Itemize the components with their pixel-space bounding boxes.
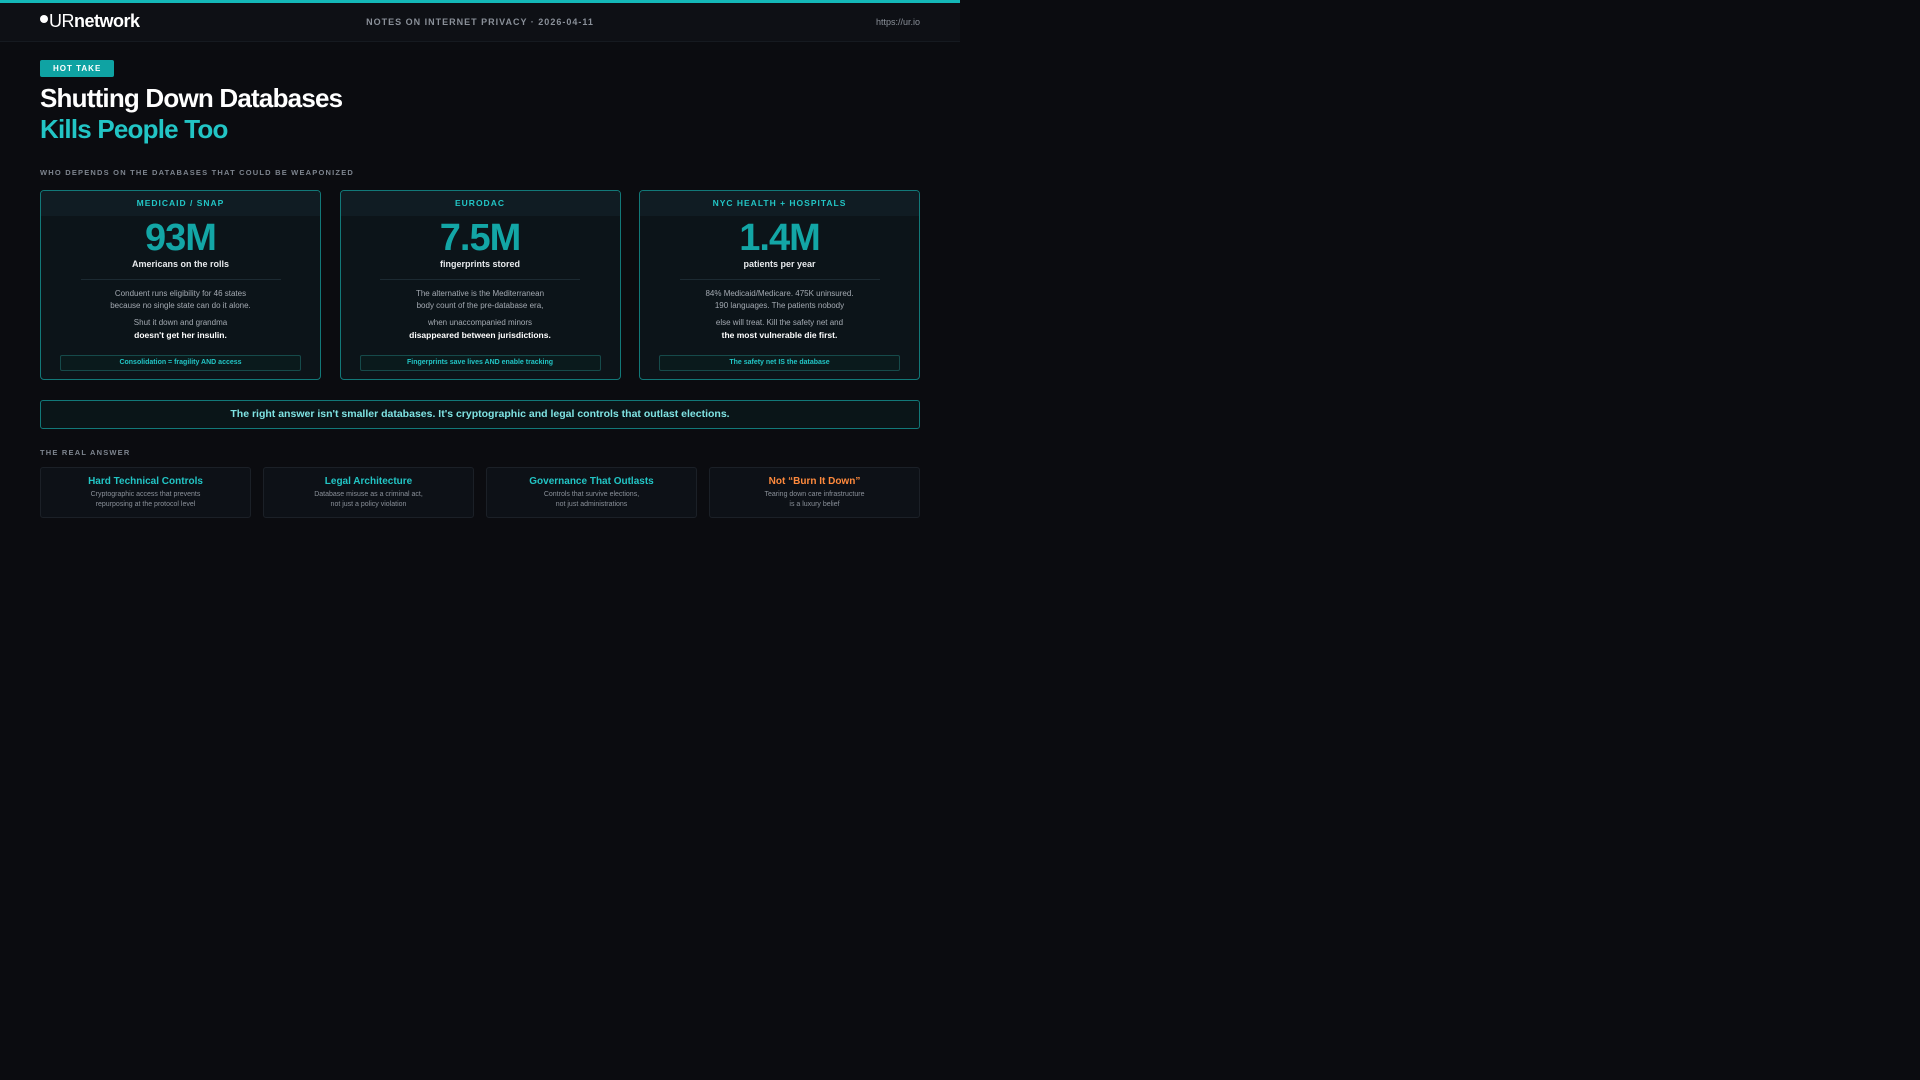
card-heading: EURODAC bbox=[340, 191, 620, 216]
card-divider bbox=[380, 279, 580, 280]
answer-desc-line: Tearing down care infrastructure bbox=[764, 491, 865, 498]
card-body-text: Conduent runs eligibility for 46 states bbox=[114, 289, 247, 298]
header: UR network NOTES ON INTERNET PRIVACY · 2… bbox=[0, 3, 960, 42]
answer-title: Hard Technical Controls bbox=[88, 476, 203, 487]
card-body-emphasis: disappeared between jurisdictions. bbox=[409, 330, 551, 340]
card-body-text: when unaccompanied minors bbox=[427, 318, 533, 327]
card-body-text: body count of the pre-database era, bbox=[416, 301, 544, 310]
answer-title: Legal Architecture bbox=[324, 476, 413, 487]
answer-cards: Hard Technical Controls Cryptographic ac… bbox=[40, 467, 920, 518]
answer-description: Database misuse as a criminal act, not j… bbox=[264, 490, 473, 510]
answer-desc-line: is a luxury belief bbox=[789, 501, 840, 508]
answer-card: Not “Burn It Down” Tearing down care inf… bbox=[709, 467, 920, 518]
answer-desc-line: Database misuse as a criminal act, bbox=[314, 491, 423, 498]
card-unit: fingerprints stored bbox=[439, 259, 520, 269]
answer-description: Tearing down care infrastructure is a lu… bbox=[710, 490, 919, 510]
card-body: The alternative is the Mediterranean bod… bbox=[341, 288, 620, 342]
logo-ur-text: UR bbox=[49, 11, 75, 31]
card-unit: Americans on the rolls bbox=[131, 259, 230, 269]
stat-card: EURODAC 7.5M fingerprints stored The alt… bbox=[339, 190, 621, 380]
card-heading: NYC HEALTH + HOSPITALS bbox=[640, 191, 919, 216]
page-title-line2: Kills People Too bbox=[40, 114, 228, 144]
section-label-dependents: WHO DEPENDS ON THE DATABASES THAT COULD … bbox=[40, 168, 355, 177]
page-title: Shutting Down Databases Kills People Too bbox=[40, 83, 343, 145]
header-url-link[interactable]: https://ur.io bbox=[876, 17, 920, 27]
logo-dot-icon bbox=[40, 14, 48, 23]
stat-card: MEDICAID / SNAP 93M Americans on the rol… bbox=[40, 190, 321, 380]
card-heading: MEDICAID / SNAP bbox=[41, 191, 320, 216]
card-big-number: 1.4M bbox=[739, 217, 820, 259]
header-subtitle: NOTES ON INTERNET PRIVACY · 2026-04-11 bbox=[366, 17, 594, 27]
page: UR network NOTES ON INTERNET PRIVACY · 2… bbox=[0, 0, 960, 1080]
card-big-number: 7.5M bbox=[439, 217, 521, 259]
answer-description: Controls that survive elections, not jus… bbox=[487, 490, 696, 510]
answer-desc-line: not just administrations bbox=[555, 501, 628, 508]
card-divider bbox=[80, 279, 281, 280]
answer-title: Not “Burn It Down” bbox=[768, 476, 861, 487]
stat-cards: MEDICAID / SNAP 93M Americans on the rol… bbox=[40, 190, 920, 380]
answer-card: Legal Architecture Database misuse as a … bbox=[263, 467, 474, 518]
card-big-number: 93M bbox=[145, 217, 217, 259]
card-body-emphasis: doesn't get her insulin. bbox=[134, 330, 227, 340]
answer-title: Governance That Outlasts bbox=[529, 476, 654, 487]
card-body: Conduent runs eligibility for 46 states … bbox=[41, 288, 320, 342]
card-body-text: because no single state can do it alone. bbox=[110, 301, 251, 310]
card-footer-tag: Consolidation = fragility AND access bbox=[60, 355, 301, 371]
logo-network-text: network bbox=[74, 11, 140, 31]
card-unit: patients per year bbox=[743, 259, 816, 269]
answer-desc-line: Controls that survive elections, bbox=[543, 491, 640, 498]
logo[interactable]: UR network bbox=[40, 11, 140, 32]
answer-description: Cryptographic access that prevents repur… bbox=[41, 490, 250, 510]
answer-card: Hard Technical Controls Cryptographic ac… bbox=[40, 467, 251, 518]
card-body-text: Shut it down and grandma bbox=[133, 318, 228, 327]
answer-desc-line: repurposing at the protocol level bbox=[95, 501, 196, 508]
answer-desc-line: not just a policy violation bbox=[330, 501, 407, 508]
answer-card: Governance That Outlasts Controls that s… bbox=[486, 467, 697, 518]
card-body-text: else will treat. Kill the safety net and bbox=[715, 318, 844, 327]
page-title-line1: Shutting Down Databases bbox=[40, 83, 343, 113]
stat-card: NYC HEALTH + HOSPITALS 1.4M patients per… bbox=[639, 190, 920, 380]
card-footer-tag: The safety net IS the database bbox=[659, 355, 900, 371]
key-message-banner: The right answer isn't smaller databases… bbox=[40, 400, 920, 429]
card-body: 84% Medicaid/Medicare. 475K uninsured. 1… bbox=[640, 288, 919, 342]
card-body-text: 190 languages. The patients nobody bbox=[714, 301, 845, 310]
card-divider bbox=[679, 279, 880, 280]
hot-take-badge: HOT TAKE bbox=[40, 60, 115, 77]
card-body-text: The alternative is the Mediterranean bbox=[415, 289, 545, 298]
card-footer-tag: Fingerprints save lives AND enable track… bbox=[359, 355, 601, 371]
section-label-real-answer: THE REAL ANSWER bbox=[40, 448, 131, 457]
card-body-emphasis: the most vulnerable die first. bbox=[721, 330, 838, 340]
card-body-text: 84% Medicaid/Medicare. 475K uninsured. bbox=[705, 289, 854, 298]
answer-desc-line: Cryptographic access that prevents bbox=[90, 491, 201, 498]
